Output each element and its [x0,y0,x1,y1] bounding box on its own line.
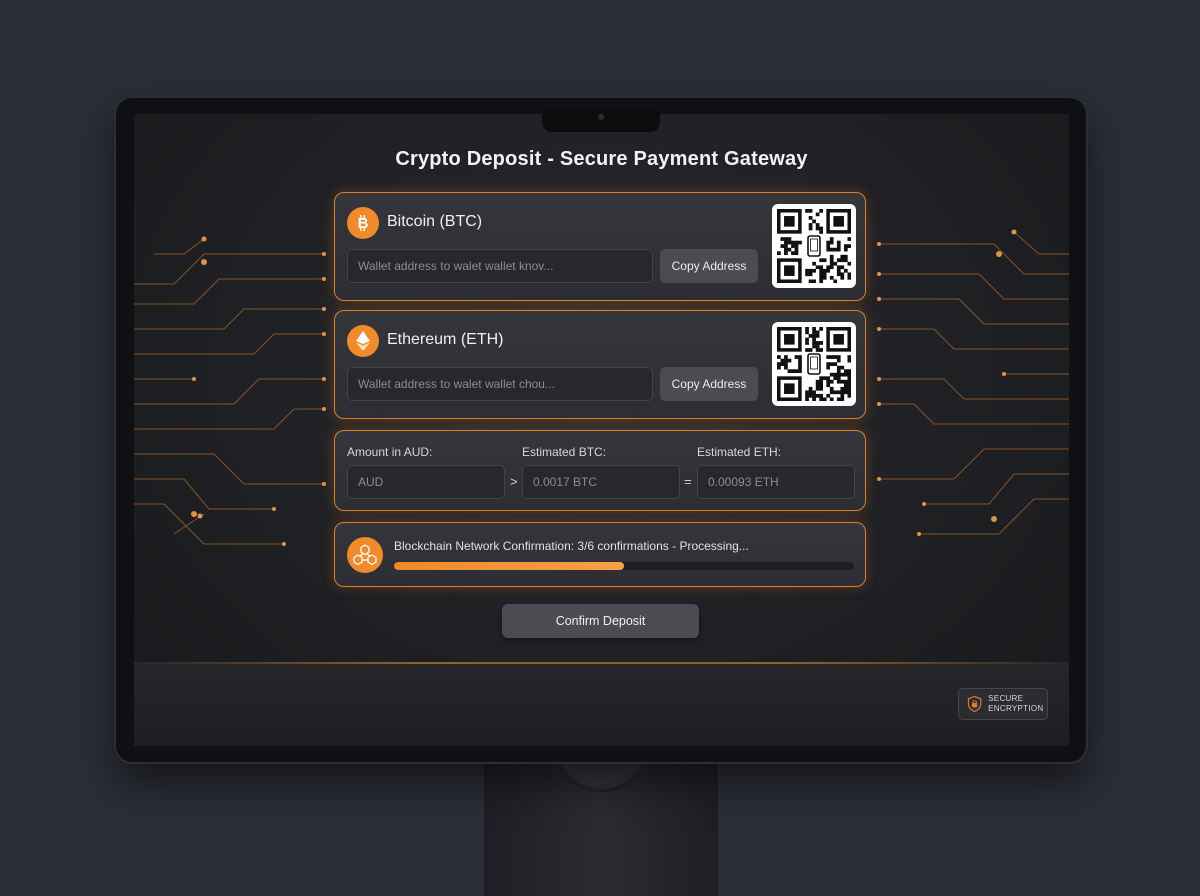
btc-estimate-field[interactable] [522,465,680,499]
btc-qr-code [772,204,856,288]
confirmation-progress-bar [394,562,854,570]
secure-encryption-badge: SECURE ENCRYPTION [958,688,1048,720]
eth-card: Ethereum (ETH) Copy Address [334,310,866,419]
confirmation-progress-fill [394,562,624,570]
eth-copy-address-button[interactable]: Copy Address [660,367,758,401]
svg-text:B: B [358,215,369,232]
btc-title: Bitcoin (BTC) [387,213,483,230]
btc-address-input[interactable] [347,249,653,283]
eth-title: Ethereum (ETH) [387,331,504,348]
floor-glow-line [134,662,1069,664]
eth-estimate-label: Estimated ETH: [697,445,782,459]
blockchain-network-icon [347,537,383,573]
screen: Crypto Deposit - Secure Payment Gateway … [134,114,1069,746]
monitor-notch [542,108,660,132]
btc-copy-address-button[interactable]: Copy Address [660,249,758,283]
shield-lock-icon [967,695,982,713]
btc-estimate-label: Estimated BTC: [522,445,607,459]
aud-label: Amount in AUD: [347,445,433,459]
badge-line-2: ENCRYPTION [988,704,1044,713]
equals-separator: = [684,474,692,489]
btc-card: B Bitcoin (BTC) Copy Address [334,192,866,301]
arrow-separator: > [510,474,518,489]
webcam-icon [598,114,604,120]
floor [134,662,1069,746]
eth-address-input[interactable] [347,367,653,401]
qr-code-icon [777,209,851,283]
bitcoin-icon: B [347,207,379,239]
confirm-deposit-button[interactable]: Confirm Deposit [502,604,699,638]
conversion-card: Amount in AUD: > Estimated BTC: = Estima… [334,430,866,511]
eth-estimate-field[interactable] [697,465,855,499]
aud-amount-input[interactable] [347,465,505,499]
ethereum-icon [347,325,379,357]
page-title: Crypto Deposit - Secure Payment Gateway [395,148,808,170]
eth-qr-code [772,322,856,406]
confirmation-status-card: Blockchain Network Confirmation: 3/6 con… [334,522,866,587]
qr-code-icon [777,327,851,401]
badge-line-1: SECURE [988,694,1024,703]
confirmation-status-text: Blockchain Network Confirmation: 3/6 con… [394,539,749,553]
